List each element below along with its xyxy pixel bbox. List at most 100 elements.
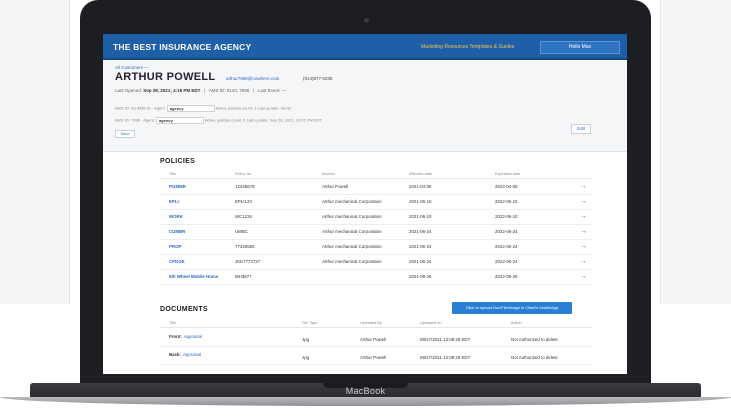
arrow-right-icon[interactable]: → [580, 225, 587, 238]
table-row[interactable]: 5th Wheel Mobile Home MH3877 2021-09-26 202… [160, 270, 592, 285]
table-row[interactable]: CUMBR UMBC Arthur mechanical Corporation 20… [160, 225, 592, 240]
table-row[interactable]: WORK WC1234 Arthur mechanical Corporation 2… [160, 210, 592, 225]
photo-stage: THE BEST INSURANCE AGENCY Marketing Reso… [0, 0, 731, 416]
marketing-resources-link[interactable]: Marketing Resources Templates & Guides [421, 44, 514, 50]
policy-expiration-date: 2022-06-24 [495, 259, 518, 264]
agency-select[interactable]: agency [155, 117, 204, 124]
laptop-lip [0, 397, 731, 406]
app-title: THE BEST INSURANCE AGENCY [113, 42, 252, 52]
ams-id: AMS ID: 9143, 7996 [208, 88, 250, 93]
document-action: Not Authorized to delete [511, 355, 558, 360]
policy-insured: Arthur mechanical Corporation [322, 229, 382, 234]
policy-number: UMBC [235, 229, 248, 234]
document-uploaded-by: Arthur Powell [360, 337, 387, 342]
policy-title-link[interactable]: CPKGE [169, 255, 185, 268]
customer-email-link[interactable]: arthur7996@nowhere.com [226, 76, 279, 81]
customer-phone: (614)877-0235 [303, 76, 333, 81]
document-side-label: Back: [169, 352, 181, 357]
arrow-right-icon[interactable]: → [580, 240, 587, 253]
column-header: Insured [322, 172, 335, 176]
breadcrumb[interactable]: All Customers — [115, 65, 149, 70]
document-file-type: Jpg [302, 355, 310, 360]
user-menu-button[interactable]: Hello Max [540, 41, 620, 54]
document-title: Front: Appraisal [169, 330, 202, 343]
document-uploaded-by: Arthur Powell [360, 355, 387, 360]
table-row[interactable]: PROP 77325555 Arthur mechanical Corporatio… [160, 240, 592, 255]
table-row[interactable]: EPLI EPLI123 Arthur mechanical Corporation… [160, 195, 592, 210]
policy-title-link[interactable]: PGMMR [169, 180, 186, 193]
policy-effective-date: 2021-04-05 [409, 184, 432, 189]
agency-select[interactable]: agency [166, 105, 215, 112]
policy-effective-date: 2021-06-10 [409, 199, 432, 204]
policy-insured: Arthur mechanical Corporation [322, 199, 382, 204]
policy-number: 77325555 [235, 244, 255, 249]
table-row[interactable]: PGMMR 12345678 Arthur Powell 2021-04-05 2022… [160, 180, 592, 195]
document-title: Back: Appraisal [169, 348, 201, 361]
documents-title: DOCUMENTS [160, 306, 208, 313]
column-header: Uploaded on [420, 321, 442, 325]
column-header: Policy No. [235, 172, 253, 176]
column-header: Expiration date [495, 172, 521, 176]
policy-insured: Arthur Powell [322, 184, 349, 189]
policies-table-header: Title Policy No. Insured Effective date … [160, 171, 592, 179]
policy-title-link[interactable]: CUMBR [169, 225, 185, 238]
document-side-label: Front: [169, 334, 182, 339]
policy-expiration-date: 2022-04-05 [495, 184, 518, 189]
agency-row: AMS ID: No AMS ID · Agent: agency Active… [115, 105, 291, 113]
arrow-right-icon[interactable]: → [580, 210, 587, 223]
last-event: Last Event: — [257, 88, 287, 93]
policy-expiration-date: 2022-06-10 [495, 214, 518, 219]
policy-title-link[interactable]: EPLI [169, 195, 179, 208]
policy-effective-date: 2021-06-24 [409, 229, 432, 234]
table-row[interactable]: CPKGE JKK7773727 Arthur mechanical Corpora… [160, 255, 592, 270]
table-row: Back: Appraisal Jpg Arthur Powell 09/27/2021… [160, 348, 592, 365]
agency-row: AMS ID: 7996 · Agent: agency Active poli… [115, 117, 322, 125]
arrow-right-icon[interactable]: → [580, 270, 587, 283]
policy-title-link[interactable]: WORK [169, 210, 183, 223]
policy-insured: Arthur mechanical Corporation [322, 214, 382, 219]
column-header: Uploaded By [360, 321, 382, 325]
policy-expiration-date: 2022-06-24 [495, 244, 518, 249]
policy-insured: Arthur mechanical Corporation [322, 244, 382, 249]
camera-icon [364, 18, 369, 23]
column-header: File Type [302, 321, 318, 325]
policy-expiration-date: 2022-09-26 [495, 274, 518, 279]
upload-document-button[interactable]: Click to upload Doc/File/Image in Client… [452, 302, 572, 314]
agency-row-suffix: Active policies count: 6 Last update: Se… [204, 117, 323, 123]
agency-row-prefix: AMS ID: 7996 · Agent: [115, 117, 155, 123]
policy-number: 12345678 [235, 184, 255, 189]
last-opened-label: Last Opened: [115, 88, 143, 93]
document-link[interactable]: Appraisal [184, 334, 202, 339]
policy-effective-date: 2021-09-26 [409, 274, 432, 279]
column-header: Effective date [409, 172, 432, 176]
policy-effective-date: 2021-06-24 [409, 259, 432, 264]
agency-row-prefix: AMS ID: No AMS ID · Agent: [115, 105, 166, 111]
document-link[interactable]: Appraisal [183, 352, 201, 357]
policy-effective-date: 2021-06-10 [409, 214, 432, 219]
column-header: Action [511, 321, 522, 325]
arrow-right-icon[interactable]: → [580, 180, 587, 193]
document-action: Not Authorized to delete [511, 337, 558, 342]
policy-expiration-date: 2022-06-24 [495, 229, 518, 234]
policy-number: MH3877 [235, 274, 252, 279]
policy-title-link[interactable]: PROP [169, 240, 181, 253]
background-panel-left [0, 0, 70, 304]
app-header: THE BEST INSURANCE AGENCY Marketing Reso… [103, 34, 627, 60]
edit-button[interactable]: Edit [571, 124, 591, 134]
document-uploaded-on: 09/27/2021 12:08:29 EDT [420, 337, 471, 342]
policy-effective-date: 2021-06-24 [409, 244, 432, 249]
document-uploaded-on: 09/27/2021 12:08:29 EDT [420, 355, 471, 360]
policy-number: WC1234 [235, 214, 253, 219]
column-header: Title [169, 321, 177, 325]
save-button[interactable]: Save [115, 130, 135, 138]
column-header: Title [169, 172, 177, 176]
arrow-right-icon[interactable]: → [580, 255, 587, 268]
policies-title: POLICIES [160, 158, 196, 165]
policy-expiration-date: 2022-06-10 [495, 199, 518, 204]
policy-title-link[interactable]: 5th Wheel Mobile Home [169, 270, 218, 283]
documents-table-header: Title File Type Uploaded By Uploaded on … [160, 320, 592, 328]
policy-insured: Arthur mechanical Corporation [322, 259, 382, 264]
arrow-right-icon[interactable]: → [580, 195, 587, 208]
last-opened-value: Sep 28, 2021; 4:18 PM EDT [143, 88, 201, 93]
document-file-type: Jpg [302, 337, 310, 342]
